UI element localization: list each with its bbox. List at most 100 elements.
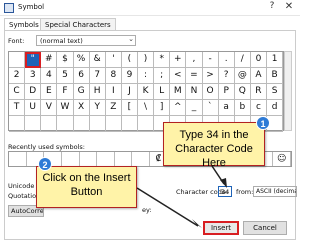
recent-symbol-cell[interactable] bbox=[115, 152, 133, 166]
font-select[interactable]: (normal text) ⌄ bbox=[36, 35, 136, 46]
symbol-cell[interactable]: C bbox=[9, 84, 26, 100]
symbol-cell[interactable]: [ bbox=[121, 100, 138, 116]
grid-row: 2 3 4 5 6 7 8 9:; < = >? @ A B bbox=[9, 68, 284, 84]
symbol-cell[interactable]: B bbox=[267, 68, 284, 84]
symbol-cell[interactable]: * bbox=[154, 52, 171, 68]
symbol-cell[interactable]: S bbox=[267, 84, 284, 100]
recent-symbol-cell[interactable] bbox=[132, 152, 150, 166]
symbol-cell[interactable]: K bbox=[138, 84, 155, 100]
symbol-cell[interactable]: V bbox=[41, 100, 58, 116]
symbol-cell[interactable] bbox=[41, 116, 58, 132]
character-code-input[interactable]: 34 bbox=[218, 186, 232, 197]
symbol-cell[interactable] bbox=[25, 116, 42, 132]
symbol-cell[interactable]: < bbox=[170, 68, 187, 84]
symbol-cell[interactable]: + bbox=[170, 52, 187, 68]
symbol-cell[interactable]: : bbox=[138, 68, 155, 84]
symbol-cell[interactable]: 4 bbox=[41, 68, 58, 84]
title-bar: Symbol ? ✕ bbox=[0, 0, 300, 16]
symbol-cell[interactable]: / bbox=[234, 52, 251, 68]
symbol-cell[interactable]: ' bbox=[105, 52, 122, 68]
symbol-cell[interactable]: ] bbox=[154, 100, 171, 116]
symbol-cell[interactable]: J bbox=[121, 84, 138, 100]
grid-row: T U V W X Y Z[\] ^ _ ` a b c d bbox=[9, 100, 284, 116]
symbol-cell[interactable]: 6 bbox=[73, 68, 90, 84]
symbol-cell[interactable]: Y bbox=[89, 100, 106, 116]
symbol-cell[interactable]: 3 bbox=[25, 68, 42, 84]
symbol-cell[interactable]: 8 bbox=[105, 68, 122, 84]
grid-scrollbar[interactable] bbox=[284, 51, 292, 131]
symbol-cell[interactable]: W bbox=[57, 100, 74, 116]
symbol-cell[interactable]: F bbox=[57, 84, 74, 100]
symbol-cell[interactable]: & bbox=[89, 52, 106, 68]
symbol-cell[interactable] bbox=[9, 116, 26, 132]
recent-symbol-cell[interactable] bbox=[97, 152, 115, 166]
symbol-cell[interactable]: # bbox=[41, 52, 58, 68]
symbol-cell[interactable]: U bbox=[25, 100, 42, 116]
recent-symbol-cell[interactable] bbox=[62, 152, 80, 166]
symbol-cell[interactable]: R bbox=[250, 84, 267, 100]
symbol-cell[interactable] bbox=[138, 116, 155, 132]
symbol-cell[interactable]: 1 bbox=[267, 52, 284, 68]
close-icon[interactable]: ✕ bbox=[282, 1, 296, 14]
symbol-cell[interactable]: M bbox=[170, 84, 187, 100]
shortcut-key-label: ey: bbox=[142, 206, 152, 214]
symbol-cell[interactable]: 2 bbox=[9, 68, 26, 84]
recently-used-label: Recently used symbols: bbox=[8, 143, 85, 151]
symbol-cell[interactable]: ) bbox=[138, 52, 155, 68]
recent-symbol-cell[interactable] bbox=[80, 152, 98, 166]
tab-symbols[interactable]: Symbols bbox=[4, 18, 44, 30]
symbol-cell[interactable]: > bbox=[202, 68, 219, 84]
symbol-cell[interactable]: O bbox=[202, 84, 219, 100]
symbol-cell[interactable]: 0 bbox=[250, 52, 267, 68]
symbol-cell[interactable]: . bbox=[218, 52, 235, 68]
symbol-cell[interactable]: 5 bbox=[57, 68, 74, 84]
symbol-cell[interactable]: \ bbox=[138, 100, 155, 116]
symbol-cell[interactable]: H bbox=[89, 84, 106, 100]
symbol-cell[interactable]: a bbox=[218, 100, 235, 116]
symbol-cell[interactable]: N bbox=[186, 84, 203, 100]
symbol-cell[interactable]: @ bbox=[234, 68, 251, 84]
symbol-cell[interactable]: I bbox=[105, 84, 122, 100]
symbol-cell[interactable]: - bbox=[202, 52, 219, 68]
symbol-cell[interactable] bbox=[57, 116, 74, 132]
symbol-cell[interactable]: Z bbox=[105, 100, 122, 116]
symbol-cell[interactable]: P bbox=[218, 84, 235, 100]
symbol-cell[interactable]: Q bbox=[234, 84, 251, 100]
symbol-cell[interactable]: 7 bbox=[89, 68, 106, 84]
symbol-cell[interactable] bbox=[89, 116, 106, 132]
symbol-cell[interactable]: ^ bbox=[170, 100, 187, 116]
help-icon[interactable]: ? bbox=[266, 1, 278, 14]
symbol-cell[interactable]: D bbox=[25, 84, 42, 100]
symbol-cell[interactable]: ` bbox=[202, 100, 219, 116]
symbol-cell[interactable]: T bbox=[9, 100, 26, 116]
symbol-cell[interactable]: % bbox=[73, 52, 90, 68]
symbol-cell[interactable]: A bbox=[250, 68, 267, 84]
insert-button[interactable]: Insert bbox=[203, 221, 239, 235]
symbol-cell[interactable]: _ bbox=[186, 100, 203, 116]
symbol-cell[interactable]: G bbox=[73, 84, 90, 100]
symbol-cell[interactable]: " bbox=[25, 52, 42, 68]
symbol-cell[interactable] bbox=[73, 116, 90, 132]
tab-special-characters[interactable]: Special Characters bbox=[40, 18, 116, 30]
symbol-cell[interactable] bbox=[121, 116, 138, 132]
symbol-cell[interactable]: c bbox=[250, 100, 267, 116]
symbol-cell[interactable]: L bbox=[154, 84, 171, 100]
symbol-cell[interactable]: X bbox=[73, 100, 90, 116]
recent-symbol-cell[interactable]: ☺ bbox=[273, 152, 291, 166]
symbol-cell[interactable]: , bbox=[186, 52, 203, 68]
symbol-cell[interactable]: ; bbox=[154, 68, 171, 84]
from-select[interactable]: ASCII (decimal) bbox=[253, 186, 297, 197]
symbol-cell[interactable]: b bbox=[234, 100, 251, 116]
symbol-cell[interactable]: ? bbox=[218, 68, 235, 84]
symbol-cell[interactable]: $ bbox=[57, 52, 74, 68]
symbol-cell[interactable]: ( bbox=[121, 52, 138, 68]
symbol-cell[interactable]: d bbox=[267, 100, 284, 116]
symbol-cell[interactable]: E bbox=[41, 84, 58, 100]
callout-character-code: Type 34 in the Character Code Here bbox=[163, 122, 265, 169]
cancel-button[interactable]: Cancel bbox=[243, 221, 287, 235]
recent-symbol-cell[interactable] bbox=[9, 152, 27, 166]
symbol-cell[interactable] bbox=[9, 52, 26, 68]
symbol-cell[interactable]: = bbox=[186, 68, 203, 84]
symbol-cell[interactable]: 9 bbox=[121, 68, 138, 84]
symbol-cell[interactable] bbox=[105, 116, 122, 132]
